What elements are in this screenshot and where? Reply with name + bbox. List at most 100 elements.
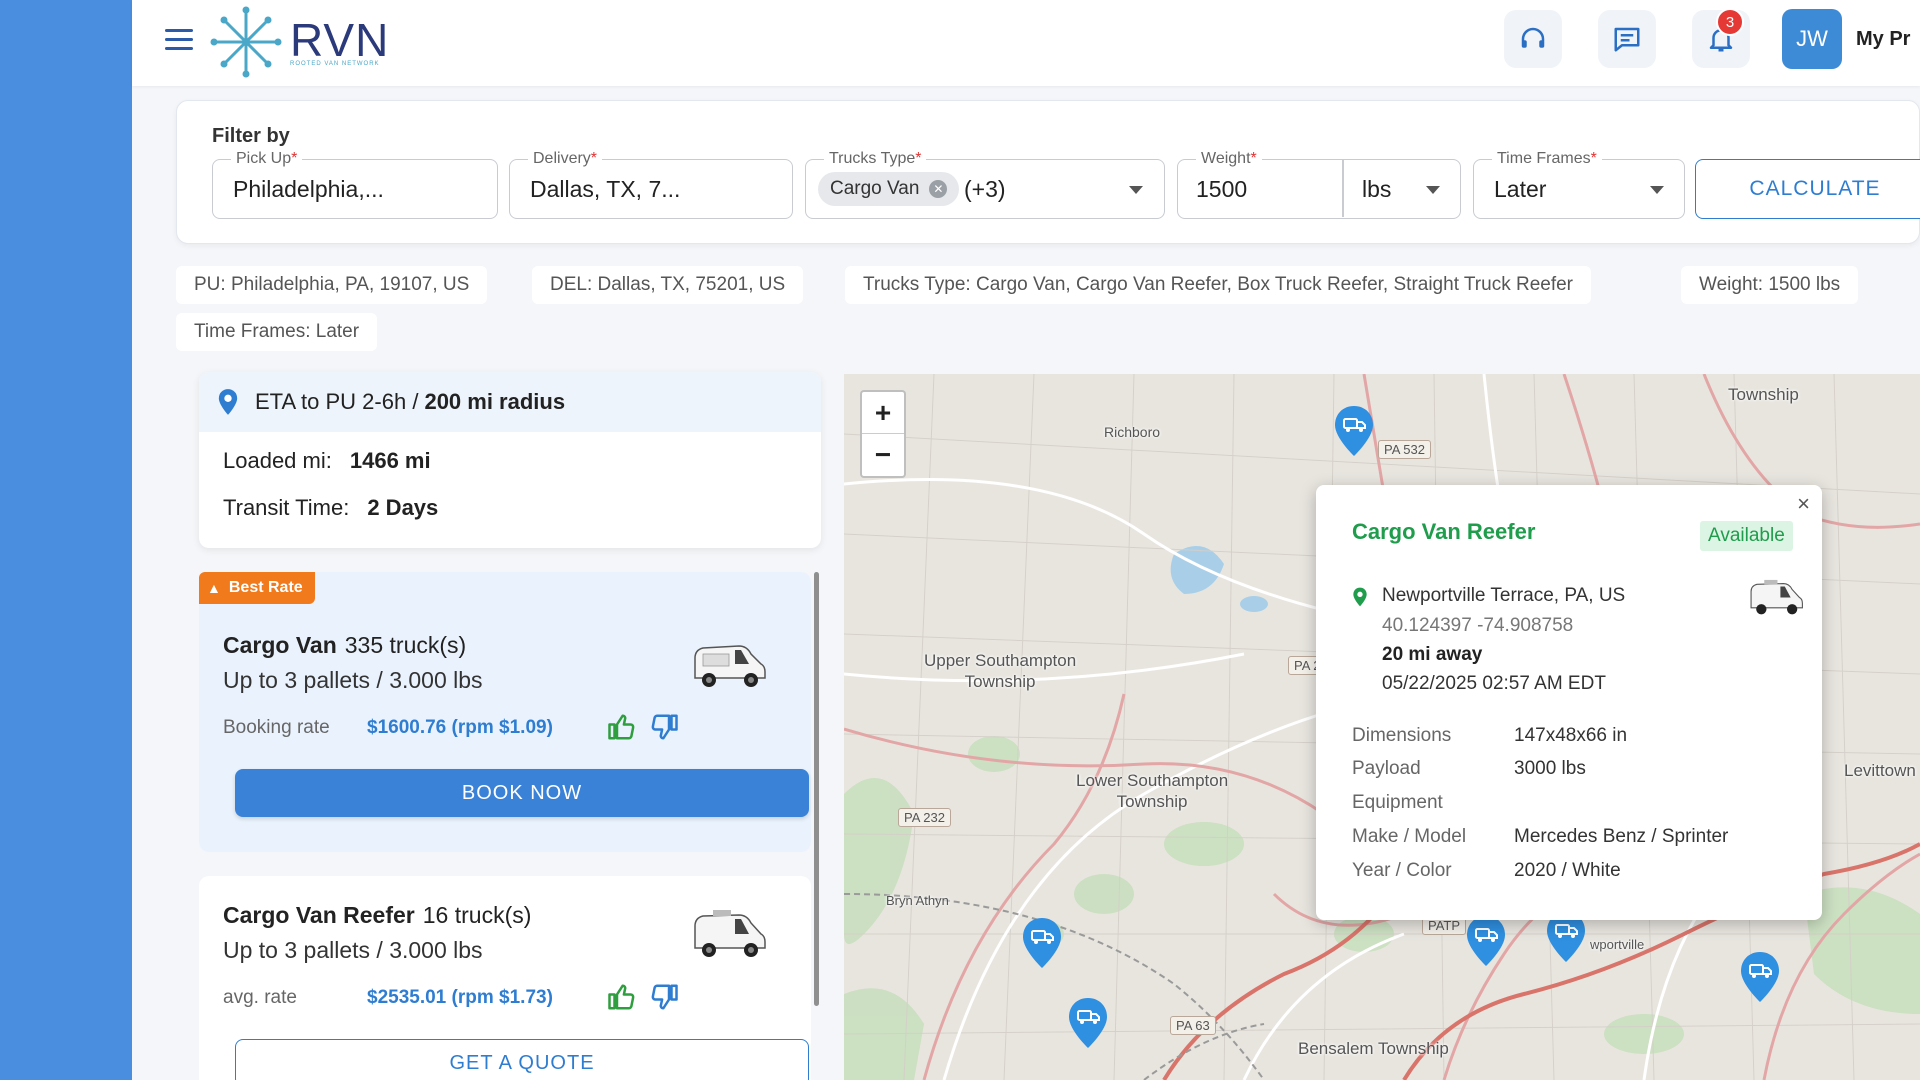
thumbs-down-icon[interactable] (649, 712, 679, 742)
map-label: wportville (1590, 937, 1645, 952)
popup-title: Cargo Van Reefer (1352, 519, 1536, 544)
location-pin-icon (218, 389, 238, 415)
offer-card[interactable]: Cargo Van Reefer 16 truck(s) Up to 3 pall… (199, 876, 811, 1080)
logo-title: RVN (290, 14, 390, 66)
rate-label: avg. rate (223, 987, 297, 1008)
headset-icon (1521, 27, 1545, 48)
reefer-van-image (1750, 579, 1803, 615)
map-label: Lower Southampton Township (1076, 771, 1229, 811)
rate-value: $2535.01 (rpm $1.73) (367, 987, 553, 1008)
status-badge: Available (1700, 521, 1793, 551)
left-rail (0, 0, 132, 1080)
zoom-in-button[interactable]: + (862, 392, 904, 434)
chip-remove-icon[interactable]: ✕ (929, 180, 948, 198)
offer-title: Cargo Van Reefer 16 truck(s) (223, 902, 532, 928)
chevron-down-icon (1650, 186, 1664, 194)
detail-value: 147x48x66 in (1514, 725, 1628, 746)
road-badge: PA 232 (898, 808, 951, 827)
route-summary-card: ETA to PU 2-6h / 200 mi radius Loaded mi… (199, 372, 821, 548)
logo-subtitle: ROOTED VAN NETWORK (290, 61, 380, 67)
top-bar: RVN ROOTED VAN NETWORK 3 JW My Pr (132, 0, 1920, 86)
cargo-van-image (694, 645, 766, 687)
map-label: Bryn Athyn (886, 893, 949, 908)
logo[interactable]: RVN ROOTED VAN NETWORK (208, 4, 389, 80)
time-frames-value: Later (1494, 176, 1547, 202)
offer-capacity: Up to 3 pallets / 3.000 lbs (223, 937, 483, 963)
chevron-down-icon (1426, 186, 1440, 194)
chip-label: Cargo Van (830, 178, 920, 199)
road-badge: PA 532 (1378, 440, 1431, 459)
delivery-label: Delivery (533, 150, 591, 167)
best-rate-badge: ▲ Best Rate (199, 572, 315, 604)
weight-field[interactable]: Weight* 1500 lbs (1177, 150, 1461, 219)
offers-scrollbar[interactable] (814, 572, 819, 1006)
calculate-button[interactable]: CALCULATE (1695, 159, 1920, 219)
map-label: Township (1728, 385, 1799, 404)
map-label: Levittown (1844, 761, 1916, 780)
thumbs-up-icon[interactable] (607, 712, 637, 742)
map-label: Upper Southampton Township (924, 651, 1077, 691)
loaded-miles: Loaded mi: 1466 mi (223, 448, 431, 473)
offer-capacity: Up to 3 pallets / 3.000 lbs (223, 667, 483, 693)
pickup-value: Philadelphia,... (233, 176, 384, 202)
book-now-button[interactable]: BOOK NOW (235, 769, 809, 817)
divider (1342, 160, 1344, 217)
detail-label: Payload (1352, 758, 1421, 779)
filter-tag-pickup: PU: Philadelphia, PA, 19107, US (176, 266, 488, 304)
truck-marker-icon[interactable] (1066, 996, 1110, 1050)
close-icon[interactable]: × (1797, 491, 1810, 517)
time-frames-select[interactable]: Time Frames* Later (1473, 150, 1685, 219)
detail-label: Year / Color (1352, 860, 1452, 881)
menu-icon[interactable] (165, 29, 193, 51)
avatar[interactable]: JW (1782, 9, 1842, 69)
zoom-controls: + − (860, 390, 906, 478)
messages-button[interactable] (1598, 10, 1656, 68)
filter-panel: Filter by Pick Up* Philadelphia,... Deli… (176, 100, 1920, 244)
truck-marker-icon[interactable] (1464, 914, 1508, 968)
filter-tag-weight: Weight: 1500 lbs (1681, 266, 1859, 304)
detail-label: Dimensions (1352, 725, 1452, 746)
zoom-out-button[interactable]: − (862, 434, 904, 476)
filter-title: Filter by (212, 125, 290, 147)
profile-link[interactable]: My Pr (1856, 28, 1920, 51)
time-frames-label: Time Frames (1497, 150, 1591, 167)
truck-type-chip[interactable]: Cargo Van ✕ (818, 172, 960, 206)
road-badge: PA 63 (1170, 1016, 1216, 1035)
map-label: Richboro (1104, 424, 1161, 440)
filter-tag-delivery: DEL: Dallas, TX, 75201, US (532, 266, 804, 304)
notification-badge: 3 (1716, 8, 1744, 36)
truck-marker-icon[interactable] (1332, 404, 1376, 458)
eta-text: ETA to PU 2-6h / (255, 389, 419, 414)
offer-title: Cargo Van 335 truck(s) (223, 632, 467, 658)
truck-coordinates: 40.124397 -74.908758 (1382, 615, 1574, 636)
rate-label: Booking rate (223, 717, 330, 738)
delivery-field[interactable]: Delivery* Dallas, TX, 7... (509, 150, 793, 219)
location-pin-icon (1353, 587, 1367, 607)
weight-unit-select[interactable]: lbs (1362, 176, 1391, 203)
truck-marker-icon[interactable] (1020, 916, 1064, 970)
pickup-label: Pick Up (236, 150, 292, 167)
thumbs-down-icon[interactable] (649, 982, 679, 1012)
truck-timestamp: 05/22/2025 02:57 AM EDT (1382, 673, 1606, 694)
rate-value: $1600.76 (rpm $1.09) (367, 717, 553, 738)
filter-tag-time-frames: Time Frames: Later (176, 313, 378, 351)
detail-value: 2020 / White (1514, 860, 1621, 881)
reefer-van-image (694, 910, 766, 957)
trucks-type-select[interactable]: Trucks Type* Cargo Van ✕ (+3) (805, 150, 1165, 219)
thumbs-up-icon[interactable] (607, 982, 637, 1012)
filter-tag-trucks-type: Trucks Type: Cargo Van, Cargo Van Reefer… (845, 266, 1592, 304)
chat-icon (1614, 27, 1640, 52)
detail-value: Mercedes Benz / Sprinter (1514, 826, 1729, 847)
get-a-quote-button[interactable]: GET A QUOTE (235, 1039, 809, 1080)
pickup-field[interactable]: Pick Up* Philadelphia,... (212, 150, 498, 219)
support-button[interactable] (1504, 10, 1562, 68)
detail-label: Equipment (1352, 792, 1443, 813)
truck-marker-icon[interactable] (1738, 950, 1782, 1004)
transit-time: Transit Time: 2 Days (223, 495, 439, 520)
offer-card[interactable]: ▲ Best Rate Cargo Van 335 truck(s) Up to 3… (199, 572, 811, 852)
logo-snowflake-icon (210, 6, 282, 78)
detail-label: Make / Model (1352, 826, 1467, 847)
weight-value: 1500 (1196, 176, 1248, 202)
notifications-button[interactable]: 3 (1692, 8, 1750, 68)
weight-label: Weight (1201, 150, 1251, 167)
